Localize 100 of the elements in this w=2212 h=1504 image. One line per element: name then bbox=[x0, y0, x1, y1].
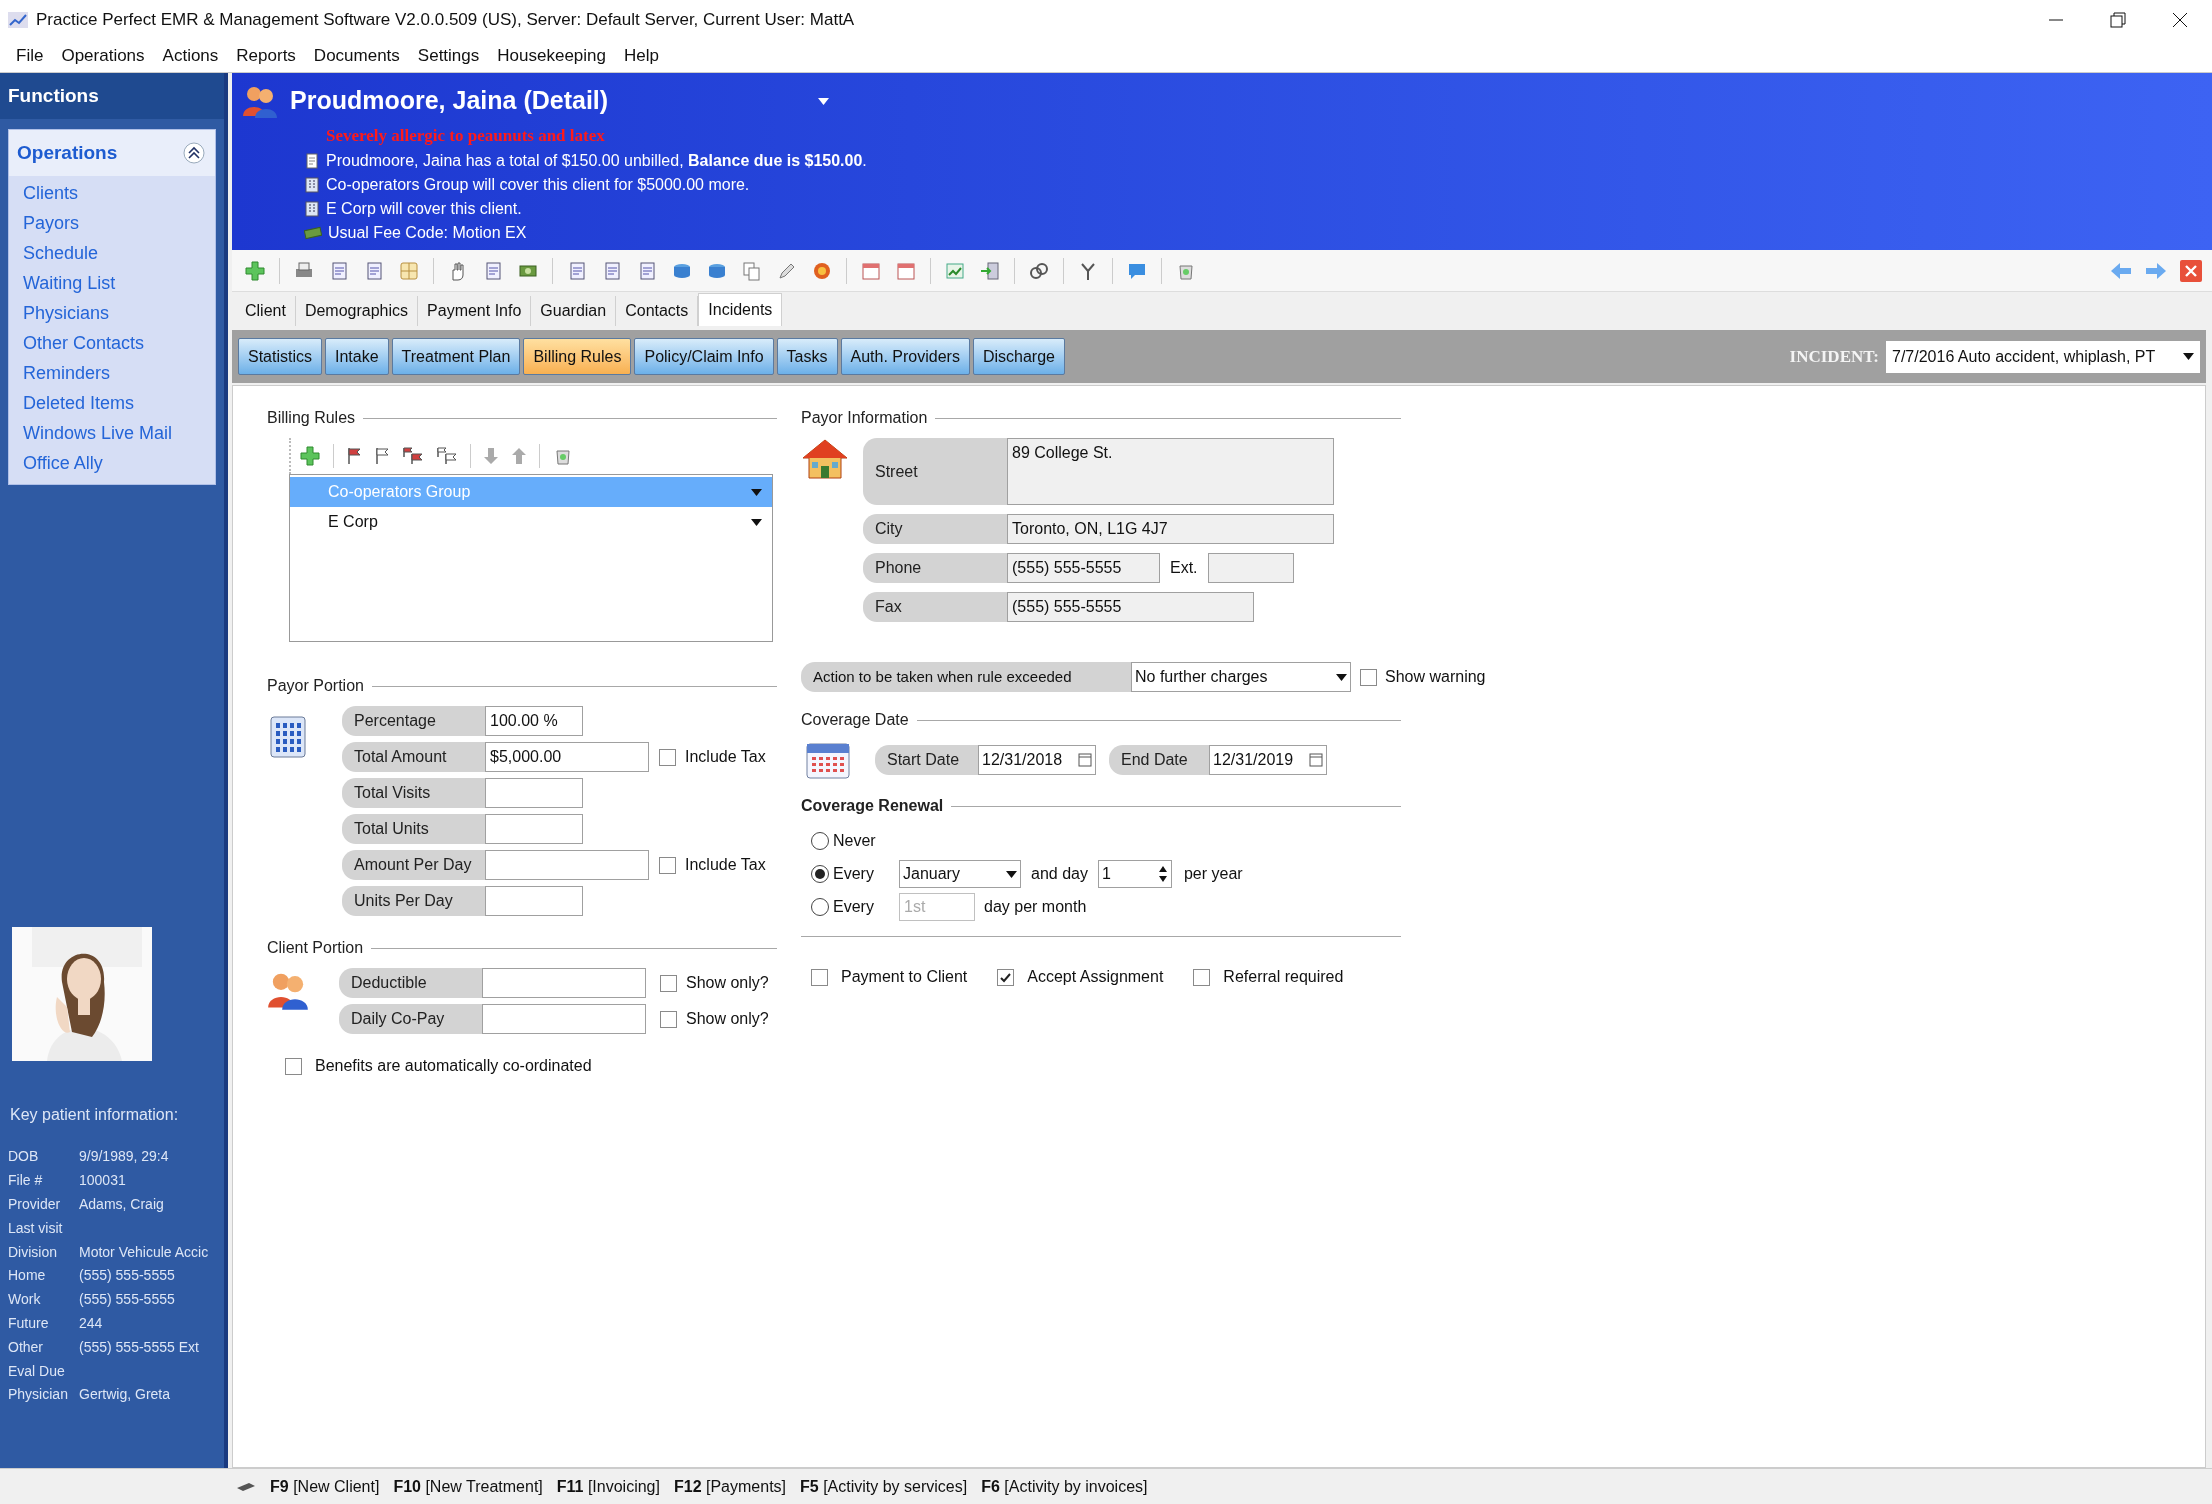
info-label: Other bbox=[8, 1337, 44, 1357]
shortcut-hint: F5 [Activity by services] bbox=[800, 1476, 968, 1497]
checkbox-label: Show warning bbox=[1385, 667, 1486, 687]
section-heading: Coverage Renewal bbox=[801, 796, 944, 816]
sidebar-item[interactable]: Office Ally bbox=[23, 448, 215, 478]
field-label: Deductible bbox=[339, 968, 482, 998]
subtab[interactable]: Policy/Claim Info bbox=[634, 338, 774, 375]
sidebar-item[interactable]: Deleted Items bbox=[23, 388, 215, 418]
sidebar-item[interactable]: Payors bbox=[23, 208, 215, 238]
field-label: and day bbox=[1031, 864, 1088, 884]
day-spinner[interactable]: 1 bbox=[1097, 860, 1172, 888]
field-label: End Date bbox=[1109, 745, 1209, 775]
incident-dropdown[interactable]: 7/7/2016 Auto accident, whiplash, PT bbox=[1886, 340, 2200, 373]
checkbox-label: Include Tax bbox=[685, 855, 766, 875]
info-label: Last visit bbox=[8, 1218, 64, 1238]
checkbox-label: Accept Assignment bbox=[1027, 967, 1164, 987]
subtab[interactable]: Tasks bbox=[776, 338, 838, 375]
menu-item[interactable]: Documents bbox=[311, 43, 402, 69]
checkbox-label: Show only? bbox=[686, 973, 769, 993]
tab[interactable]: Payment Info bbox=[418, 296, 532, 326]
subtab[interactable]: Billing Rules bbox=[523, 338, 632, 375]
sidebar-item[interactable]: Windows Live Mail bbox=[23, 418, 215, 448]
field-label: Daily Co-Pay bbox=[339, 1004, 482, 1034]
radio-label: Every bbox=[833, 897, 875, 917]
section-heading: Billing Rules bbox=[267, 408, 356, 428]
info-value: Adams, Craig bbox=[79, 1195, 164, 1214]
section-heading: Client Portion bbox=[267, 938, 364, 958]
radio-label: Every bbox=[833, 864, 875, 884]
field-label: day per month bbox=[984, 897, 1087, 917]
info-value: 100031 bbox=[79, 1171, 126, 1191]
info-value: Motor Vehicule Accic bbox=[79, 1242, 209, 1262]
info-label: Division bbox=[8, 1242, 58, 1262]
patient-note: Co-operators Group will cover this client for $5000.00 more. bbox=[326, 174, 750, 195]
sidebar-item[interactable]: Physicians bbox=[23, 298, 215, 328]
menu-item[interactable]: Help bbox=[622, 43, 661, 69]
shortcut-hint: F9 [New Client] bbox=[270, 1476, 380, 1497]
patient-note: E Corp will cover this client. bbox=[326, 198, 522, 219]
subtab[interactable]: Discharge bbox=[972, 338, 1065, 375]
checkbox-label: Payment to Client bbox=[841, 967, 968, 987]
checkbox-label: Referral required bbox=[1223, 967, 1344, 987]
info-value: 9/9/1989, 29:4 bbox=[79, 1147, 169, 1167]
tab[interactable]: Guardian bbox=[531, 296, 617, 326]
tab[interactable]: Incidents bbox=[698, 293, 783, 326]
info-label: Home bbox=[8, 1266, 47, 1286]
field-label: City bbox=[863, 514, 1007, 544]
info-label: Work bbox=[8, 1290, 42, 1310]
tab[interactable]: Client bbox=[236, 296, 296, 326]
dropdown[interactable]: No further charges bbox=[1131, 662, 1351, 692]
sidebar-item[interactable]: Waiting List bbox=[23, 268, 215, 298]
input-field[interactable]: (555) 555-5555 bbox=[1007, 592, 1254, 622]
incident-label: INCIDENT: bbox=[1789, 345, 1879, 368]
field-label: Total Visits bbox=[342, 778, 485, 808]
field-label: Total Units bbox=[342, 814, 485, 844]
month-dropdown[interactable]: January bbox=[899, 860, 1021, 888]
info-value: (555) 555-5555 bbox=[79, 1290, 175, 1310]
input-field[interactable]: $5,000.00 bbox=[485, 742, 649, 772]
subtab[interactable]: Intake bbox=[325, 338, 389, 375]
field-label: Percentage bbox=[342, 706, 485, 736]
sidebar-item[interactable]: Reminders bbox=[23, 358, 215, 388]
sidebar-item[interactable]: Schedule bbox=[23, 238, 215, 268]
menu-item[interactable]: Operations bbox=[59, 43, 147, 69]
checkbox-label: Include Tax bbox=[685, 747, 766, 767]
section-heading: Payor Portion bbox=[267, 676, 364, 696]
menu-item[interactable]: Housekeeping bbox=[495, 43, 608, 69]
sidebar-item[interactable]: Clients bbox=[23, 178, 215, 208]
sidebar-header: Functions bbox=[0, 73, 224, 119]
patient-note: Proudmoore, Jaina has a total of $150.00 unbilled, Balance due is $150.00. bbox=[326, 150, 867, 171]
info-label: Provider bbox=[8, 1195, 62, 1214]
list-row[interactable]: E Corp bbox=[290, 507, 772, 537]
sidebar-item[interactable]: Other Contacts bbox=[23, 328, 215, 358]
field-label: Amount Per Day bbox=[342, 850, 485, 880]
menu-item[interactable]: Settings bbox=[415, 43, 482, 69]
info-label: File # bbox=[8, 1171, 44, 1191]
menu-item[interactable]: Reports bbox=[234, 43, 298, 69]
info-value: (555) 555-5555 Ext bbox=[79, 1337, 199, 1357]
input-field[interactable]: Toronto, ON, L1G 4J7 bbox=[1007, 514, 1334, 544]
input-field[interactable]: (555) 555-5555 bbox=[1007, 553, 1160, 583]
subtab[interactable]: Statistics bbox=[238, 338, 322, 375]
shortcut-hint: F6 [Activity by invoices] bbox=[981, 1476, 1148, 1497]
subtab[interactable]: Auth. Providers bbox=[840, 338, 970, 375]
section-heading: Payor Information bbox=[801, 408, 928, 428]
field-label: Ext. bbox=[1170, 558, 1198, 578]
field-label: Street bbox=[863, 438, 1007, 505]
menu-item[interactable]: Actions bbox=[160, 43, 221, 69]
radio-label: Never bbox=[833, 831, 877, 851]
field-label: Units Per Day bbox=[342, 886, 485, 916]
menu-item[interactable]: File bbox=[14, 43, 46, 69]
tab[interactable]: Demographics bbox=[295, 296, 419, 326]
field-label: per year bbox=[1183, 864, 1243, 884]
field-label: Fax bbox=[863, 592, 1007, 622]
date-field[interactable]: 12/31/2019 bbox=[1209, 745, 1327, 775]
input-field[interactable]: 100.00 % bbox=[485, 706, 583, 736]
info-label: Future bbox=[8, 1313, 50, 1333]
shortcut-hint: F10 [New Treatment] bbox=[393, 1476, 543, 1497]
subtab[interactable]: Treatment Plan bbox=[391, 338, 521, 375]
info-value: Gertwig, Greta bbox=[79, 1385, 171, 1405]
input-field[interactable]: 89 College St. bbox=[1007, 438, 1334, 505]
info-value: (555) 555-5555 bbox=[79, 1266, 175, 1286]
shortcut-hint: F11 [Invoicing] bbox=[556, 1476, 660, 1497]
date-field[interactable]: 12/31/2018 bbox=[978, 745, 1096, 775]
